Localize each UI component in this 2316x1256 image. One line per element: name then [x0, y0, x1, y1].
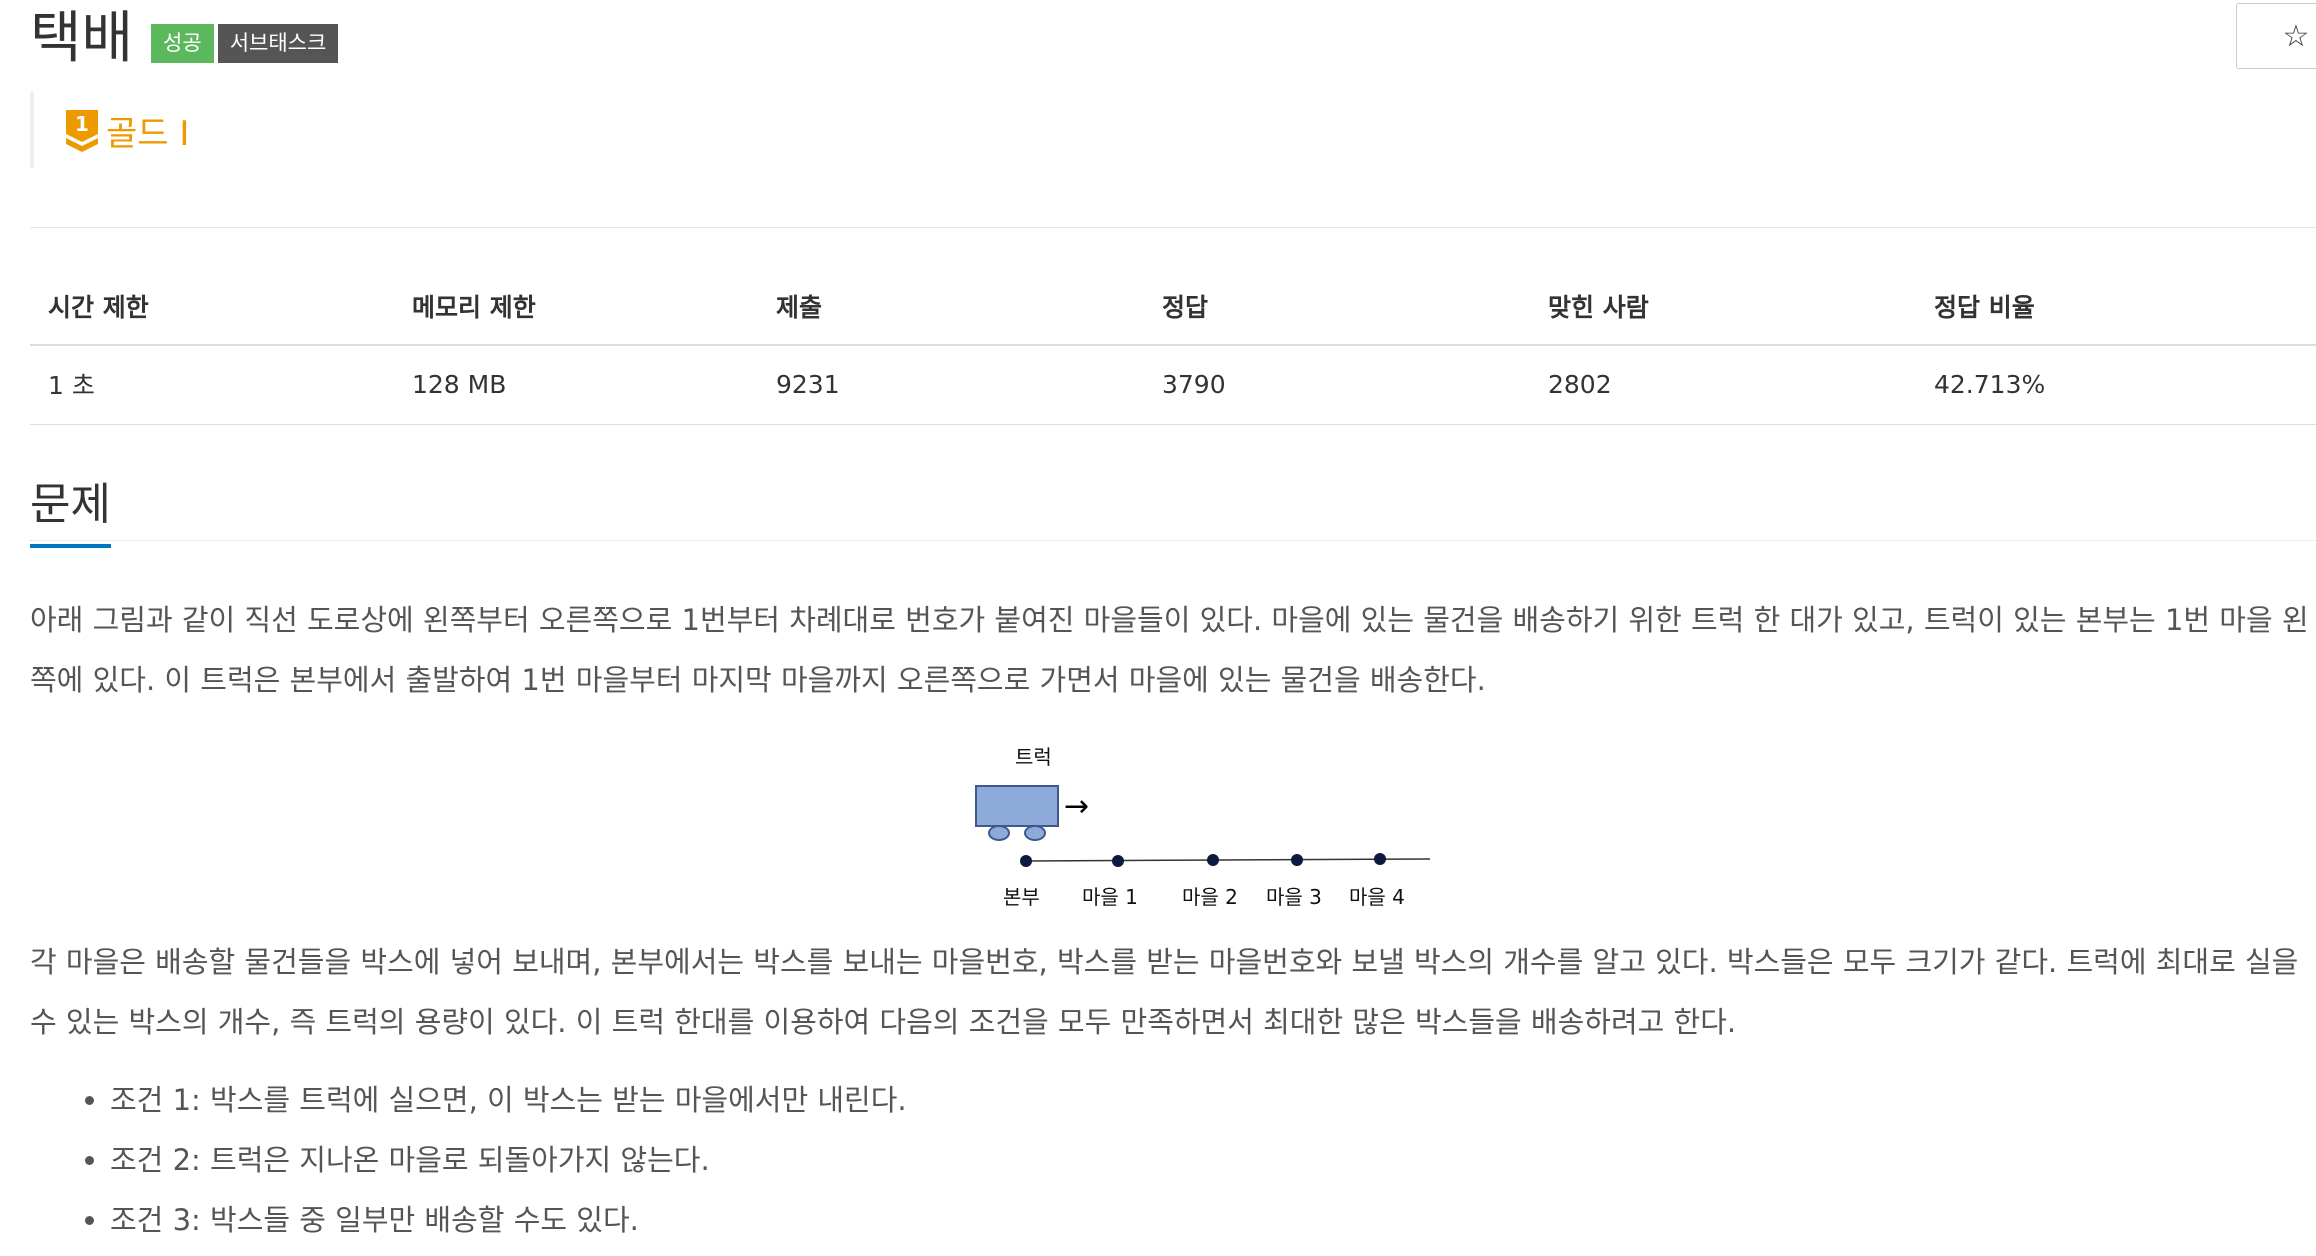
- problem-page: 택배 성공 서브태스크 ☆ 1 골드 I 시간 제한 메모리 제한 제출 정답 …: [30, 0, 2316, 1256]
- condition-item: 조건 2: 트럭은 지나온 마을로 되돌아가지 않는다.: [110, 1130, 907, 1190]
- stop-node: [1374, 853, 1386, 865]
- stop-node: [1112, 855, 1124, 867]
- problem-section-header: 문제: [30, 468, 2316, 548]
- condition-item: 조건 3: 박스들 중 일부만 배송할 수도 있다.: [110, 1190, 907, 1250]
- value-solvers: 2802: [1530, 345, 1916, 425]
- info-table-row: 1 초 128 MB 9231 3790 2802 42.713%: [30, 345, 2316, 425]
- truck-label: 트럭: [1015, 745, 1052, 769]
- section-title: 문제: [30, 468, 111, 548]
- tier-text: 골드 I: [106, 113, 190, 154]
- problem-title: 택배: [30, 6, 134, 71]
- subtask-label[interactable]: 서브태스크: [217, 23, 339, 63]
- tier-icon-number: 1: [75, 112, 89, 136]
- header-solvers: 맞힌 사람: [1530, 270, 1916, 346]
- tier-block: 1 골드 I: [30, 92, 189, 168]
- arrow-icon: →: [1064, 789, 1089, 824]
- value-memory-limit: 128 MB: [394, 345, 758, 425]
- value-accepted: 3790: [1144, 345, 1530, 425]
- header-memory-limit: 메모리 제한: [394, 270, 758, 346]
- value-time-limit: 1 초: [30, 345, 394, 425]
- problem-paragraph-2: 각 마을은 배송할 물건들을 박스에 넣어 보내며, 본부에서는 박스를 보내는…: [30, 945, 2299, 1039]
- info-table-header-row: 시간 제한 메모리 제한 제출 정답 맞힌 사람 정답 비율: [30, 270, 2316, 346]
- value-submissions: 9231: [758, 345, 1144, 425]
- star-icon: ☆: [2282, 18, 2310, 54]
- stop-label: 마을 4: [1349, 885, 1405, 909]
- stop-node: [1207, 854, 1219, 866]
- title-row: 택배 성공 서브태스크: [30, 8, 342, 78]
- condition-item: 조건 1: 박스를 트럭에 실으면, 이 박스는 받는 마을에서만 내린다.: [110, 1070, 907, 1130]
- header-accepted: 정답: [1144, 270, 1530, 346]
- stop-label: 마을 1: [1082, 885, 1138, 909]
- route-diagram: 트럭 → 본부 마을 1 마을 2 마을 3 마을 4: [975, 745, 1431, 909]
- value-ratio: 42.713%: [1916, 345, 2316, 425]
- road-line: [1025, 858, 1431, 862]
- success-label: 성공: [151, 23, 214, 63]
- tier-gold-1-icon: 1: [66, 110, 98, 152]
- favorite-button[interactable]: ☆: [2236, 3, 2316, 69]
- header-ratio: 정답 비율: [1916, 270, 2316, 346]
- problem-paragraph-1: 아래 그림과 같이 직선 도로상에 왼쪽부터 오른쪽으로 1번부터 차례대로 번…: [30, 603, 2309, 697]
- stop-label: 본부: [1003, 885, 1040, 909]
- stop-node: [1291, 854, 1303, 866]
- stop-label: 마을 3: [1266, 885, 1322, 909]
- conditions-list: 조건 1: 박스를 트럭에 실으면, 이 박스는 받는 마을에서만 내린다. 조…: [30, 1070, 907, 1250]
- problem-info-table: 시간 제한 메모리 제한 제출 정답 맞힌 사람 정답 비율 1 초 128 M…: [30, 270, 2316, 425]
- stop-label: 마을 2: [1182, 885, 1238, 909]
- truck-body: [975, 785, 1059, 827]
- section-divider: [30, 540, 2316, 541]
- header-submissions: 제출: [758, 270, 1144, 346]
- stop-node: [1020, 855, 1032, 867]
- header-time-limit: 시간 제한: [30, 270, 394, 346]
- truck-wheel: [1024, 825, 1046, 841]
- truck-wheel: [988, 825, 1010, 841]
- divider: [30, 227, 2316, 228]
